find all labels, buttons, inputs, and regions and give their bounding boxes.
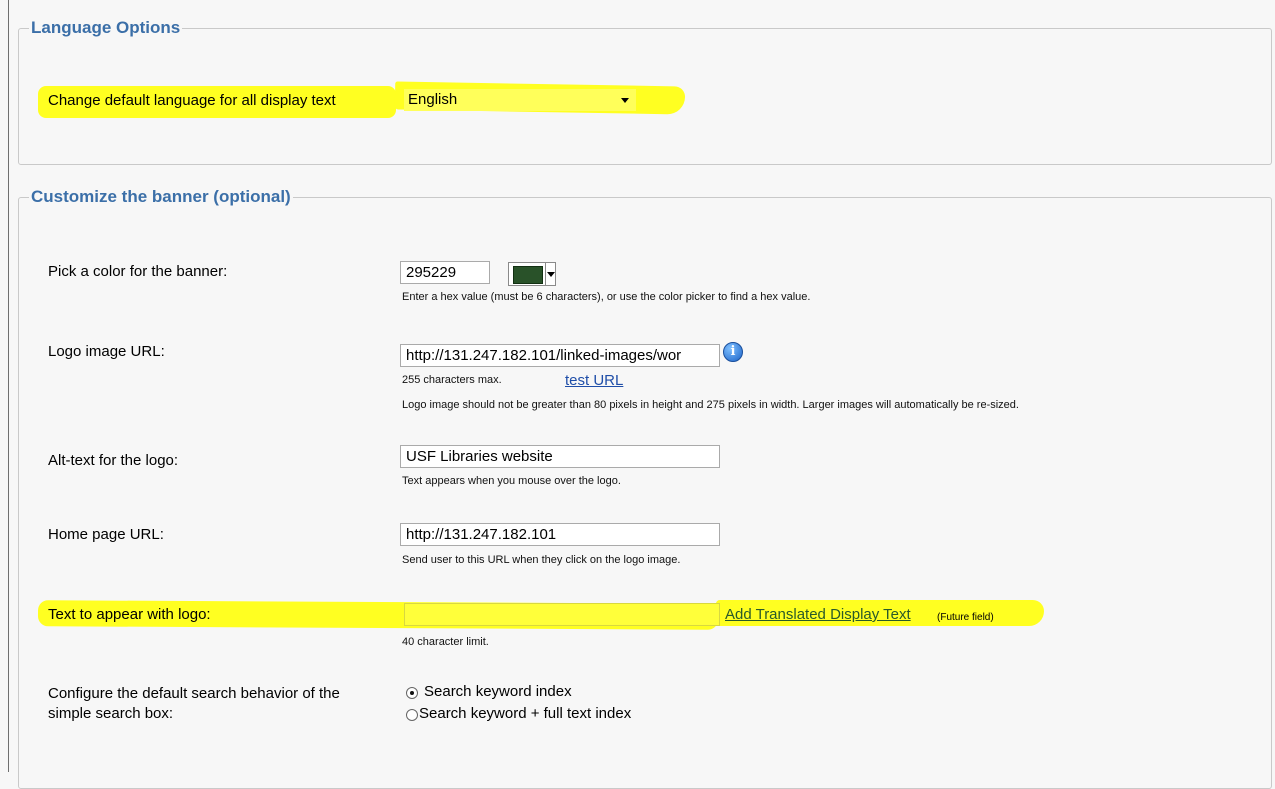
home-url-input[interactable]: http://131.247.182.101 xyxy=(400,523,720,546)
chevron-down-icon xyxy=(547,272,555,277)
home-url-hint: Send user to this URL when they click on… xyxy=(402,554,681,566)
home-url-label: Home page URL: xyxy=(48,526,164,543)
alt-text-hint: Text appears when you mouse over the log… xyxy=(402,475,621,487)
search-keyword-radio[interactable] xyxy=(406,687,418,699)
test-url-link[interactable]: test URL xyxy=(565,372,623,389)
logo-size-hint: Logo image should not be greater than 80… xyxy=(402,399,1019,411)
logo-text-hint: 40 character limit. xyxy=(402,636,489,648)
page-left-edge xyxy=(8,0,9,772)
customize-banner-title: Customize the banner (optional) xyxy=(31,187,291,206)
default-language-label: Change default language for all display … xyxy=(48,92,336,109)
search-behavior-label-line1: Configure the default search behavior of… xyxy=(48,685,340,702)
logo-text-input[interactable] xyxy=(404,603,720,626)
language-options-title: Language Options xyxy=(31,18,181,37)
search-fulltext-label: Search keyword + full text index xyxy=(419,705,632,722)
banner-color-hint: Enter a hex value (must be 6 characters)… xyxy=(402,291,811,303)
add-translated-text-link[interactable]: Add Translated Display Text xyxy=(725,606,911,623)
color-swatch xyxy=(513,266,543,284)
banner-color-input[interactable]: 295229 xyxy=(400,261,490,284)
search-keyword-label: Search keyword index xyxy=(424,683,572,700)
logo-max-length: 255 characters max. xyxy=(402,374,502,386)
info-icon[interactable]: i xyxy=(723,342,743,362)
future-field-note: (Future field) xyxy=(937,612,994,623)
banner-color-label: Pick a color for the banner: xyxy=(48,263,228,280)
language-select[interactable]: English xyxy=(404,89,636,111)
chevron-down-icon xyxy=(621,98,629,103)
alt-text-input[interactable]: USF Libraries website xyxy=(400,445,720,468)
language-select-value: English xyxy=(408,91,458,108)
search-behavior-label-line2: simple search box: xyxy=(48,705,174,722)
logo-text-label: Text to appear with logo: xyxy=(48,606,211,623)
color-picker-button[interactable] xyxy=(508,262,556,286)
alt-text-label: Alt-text for the logo: xyxy=(48,452,179,469)
logo-url-label: Logo image URL: xyxy=(48,343,165,360)
search-fulltext-radio[interactable] xyxy=(406,709,418,721)
logo-url-input[interactable]: http://131.247.182.101/linked-images/wor xyxy=(400,344,720,367)
